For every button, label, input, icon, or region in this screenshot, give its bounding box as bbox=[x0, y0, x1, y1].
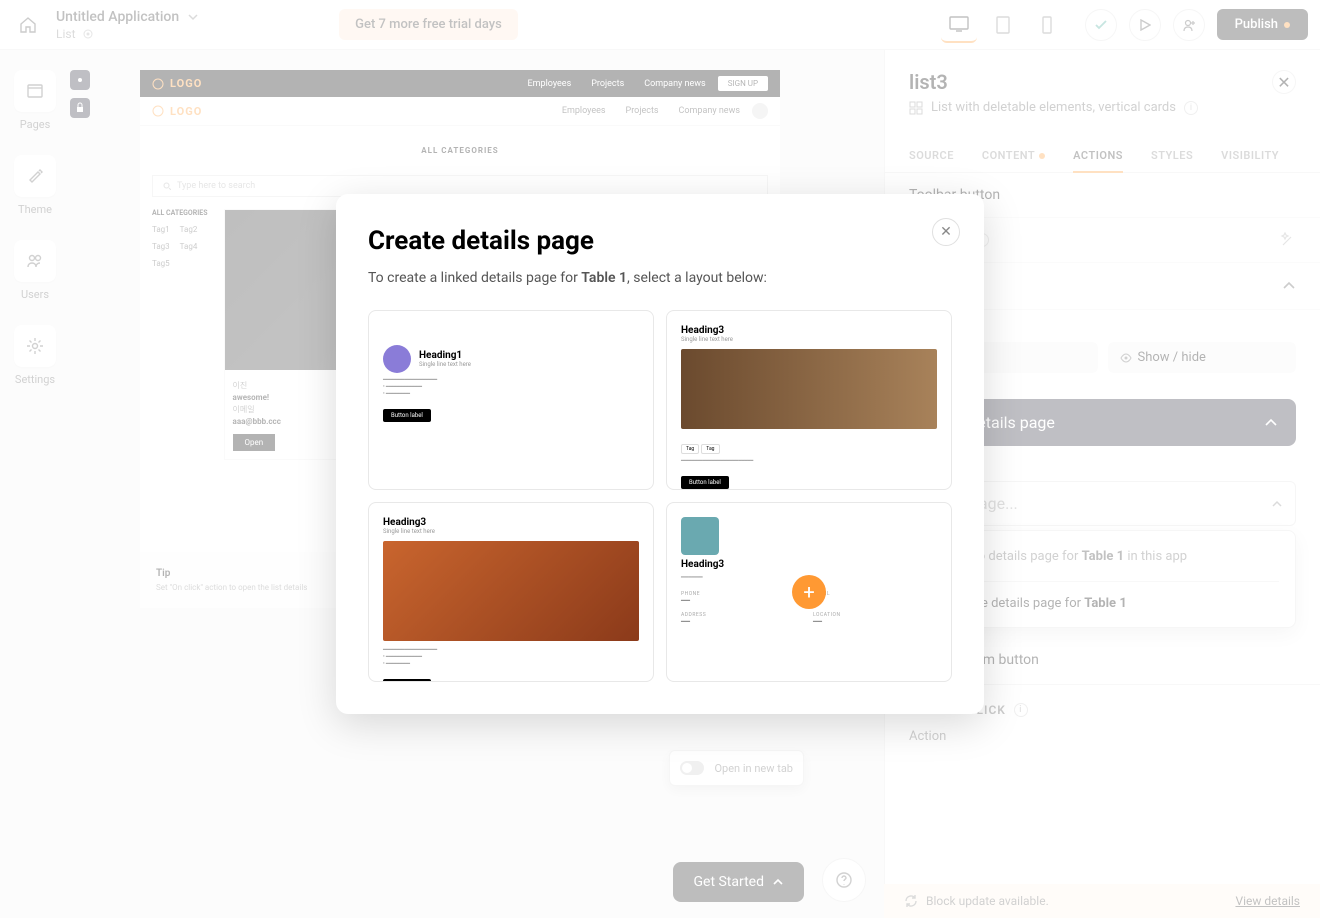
modal-close-button[interactable]: ✕ bbox=[932, 218, 960, 246]
avatar bbox=[383, 345, 411, 373]
layout-option-3[interactable]: Heading3 Single line text here ━━━━━━━━━… bbox=[368, 502, 654, 682]
preview-image bbox=[383, 541, 639, 641]
preview-image bbox=[681, 349, 937, 429]
layout-option-2[interactable]: Heading3 Single line text here TagTag ━━… bbox=[666, 310, 952, 490]
layout-option-1[interactable]: Heading1 Single line text here ━━━━━━━━━… bbox=[368, 310, 654, 490]
avatar bbox=[681, 517, 719, 555]
layout-option-4[interactable]: + Heading3 ━━━━━━ PHONE━━━ EMAIL━━━ ADDR… bbox=[666, 502, 952, 682]
modal-title: Create details page bbox=[368, 226, 952, 256]
add-layout-fab: + bbox=[792, 575, 826, 609]
create-details-modal: ✕ Create details page To create a linked… bbox=[336, 194, 984, 714]
modal-subtitle: To create a linked details page for Tabl… bbox=[368, 270, 952, 286]
